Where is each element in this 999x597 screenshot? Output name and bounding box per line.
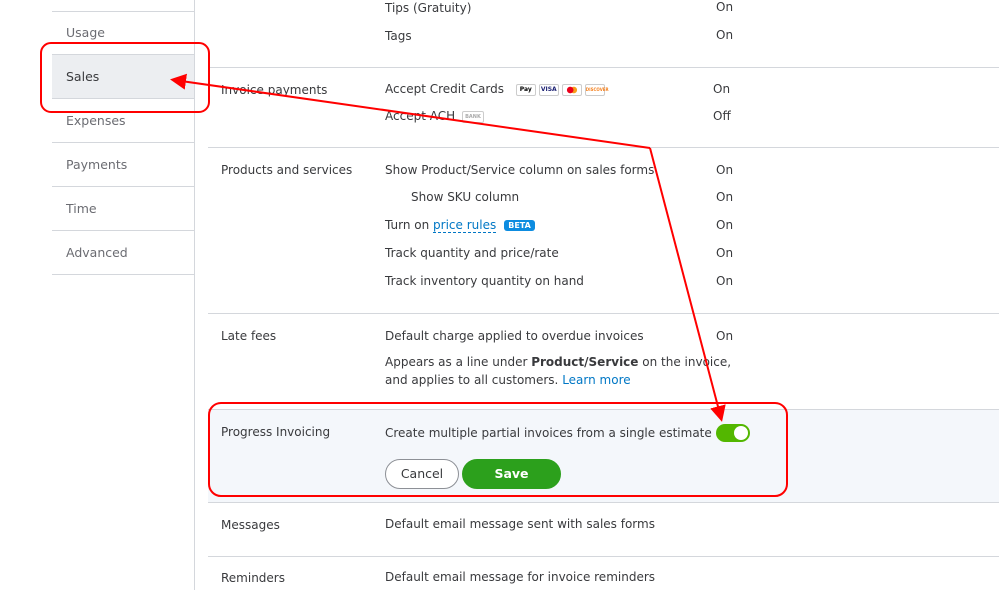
cancel-button[interactable]: Cancel	[385, 459, 459, 489]
section-title: Late fees	[221, 329, 277, 343]
setting-value: On	[716, 274, 734, 288]
sidebar-item-time[interactable]: Time	[52, 187, 194, 231]
discover-icon: DISCOVER	[584, 83, 609, 96]
note-text: Appears as a line under	[385, 355, 528, 369]
price-rules-link[interactable]: price rules	[433, 218, 497, 233]
divider	[194, 0, 195, 590]
setting-value: On	[713, 82, 731, 96]
section-title: Reminders	[221, 571, 285, 585]
section-title: Messages	[221, 518, 280, 532]
section-invoice-payments[interactable]: Invoice payments Accept Credit Cards Pay…	[208, 68, 999, 148]
setting-label: Show Product/Service column on sales for…	[385, 163, 655, 177]
setting-value: On	[716, 28, 734, 42]
save-button[interactable]: Save	[462, 459, 561, 489]
section-title: Progress Invoicing	[221, 425, 331, 439]
sidebar-item-expenses[interactable]: Expenses	[52, 99, 194, 143]
setting-value: Off	[713, 109, 731, 123]
bank-icon: BANK	[461, 110, 484, 123]
section-reminders[interactable]: Reminders Default email message for invo…	[208, 557, 999, 597]
section-messages[interactable]: Messages Default email message sent with…	[208, 503, 999, 557]
note-text: on the invoice,	[642, 355, 732, 369]
section-products-services[interactable]: Products and services Show Product/Servi…	[208, 148, 999, 314]
late-fee-note-line2: and applies to all customers. Learn more	[385, 373, 631, 387]
sidebar-item-payments[interactable]: Payments	[52, 143, 194, 187]
setting-label: Show SKU column	[411, 190, 520, 204]
setting-label: Tips (Gratuity)	[385, 1, 472, 15]
sidebar-item-usage[interactable]: Usage	[52, 11, 194, 55]
setting-value: On	[716, 246, 734, 260]
setting-label: Turn on	[385, 218, 430, 232]
setting-label: Default charge applied to overdue invoic…	[385, 329, 644, 343]
setting-label: Default email message for invoice remind…	[385, 570, 656, 584]
setting-value: On	[716, 190, 734, 204]
apple-pay-icon: Pay	[515, 83, 536, 96]
section-late-fees[interactable]: Late fees Default charge applied to over…	[208, 314, 999, 410]
setting-value: On	[716, 329, 734, 343]
learn-more-link[interactable]: Learn more	[562, 373, 630, 387]
mastercard-icon	[561, 83, 582, 96]
setting-row: Turn on price rules BETA	[385, 218, 535, 233]
late-fee-note: Appears as a line under Product/Service …	[385, 355, 731, 369]
section-title: Products and services	[221, 163, 353, 177]
section-progress-invoicing[interactable]: Progress Invoicing Create multiple parti…	[208, 410, 999, 503]
setting-row: Accept Credit Cards Pay VISA DISCOVER	[385, 82, 609, 96]
setting-value: On	[716, 218, 734, 232]
setting-label: Default email message sent with sales fo…	[385, 517, 655, 531]
note-text: and applies to all customers.	[385, 373, 559, 387]
sidebar: Usage Sales Expenses Payments Time Advan…	[52, 0, 194, 590]
setting-label: Tags	[385, 29, 412, 43]
progress-invoicing-toggle[interactable]	[716, 424, 750, 442]
setting-value: On	[716, 163, 734, 177]
setting-label: Track quantity and price/rate	[385, 246, 559, 260]
section-title: Invoice payments	[221, 83, 328, 97]
sidebar-item-advanced[interactable]: Advanced	[52, 231, 194, 275]
setting-value: On	[716, 0, 734, 14]
note-bold: Product/Service	[531, 355, 639, 369]
visa-icon: VISA	[538, 83, 559, 96]
section-tips-tags[interactable]: Tips (Gratuity) On Tags On	[208, 0, 999, 68]
setting-label: Create multiple partial invoices from a …	[385, 426, 712, 440]
beta-badge: BETA	[504, 220, 535, 231]
sidebar-item-sales[interactable]: Sales	[52, 55, 194, 99]
setting-row: Accept ACH BANK	[385, 109, 484, 123]
setting-label: Track inventory quantity on hand	[385, 274, 584, 288]
toggle-knob	[734, 426, 748, 440]
setting-label: Accept Credit Cards	[385, 82, 504, 96]
setting-label: Accept ACH	[385, 109, 456, 123]
